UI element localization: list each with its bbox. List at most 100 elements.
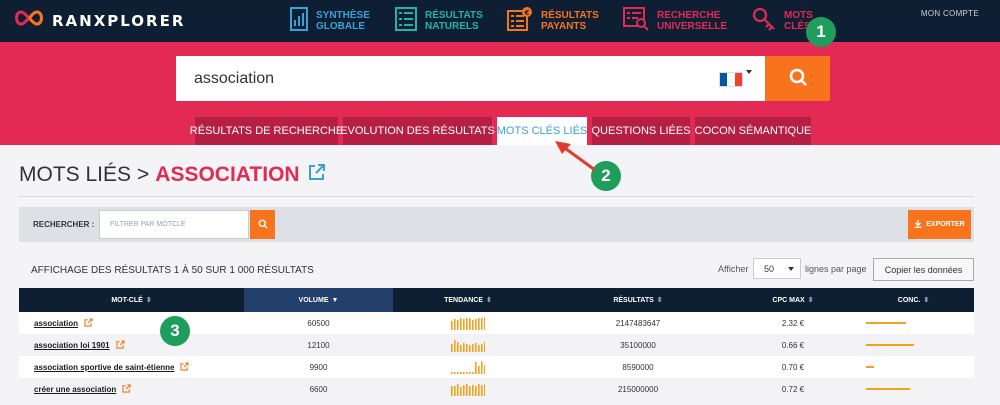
divider: [19, 196, 974, 197]
trend-bar: [472, 320, 474, 330]
export-button[interactable]: EXPORTER: [908, 210, 971, 239]
trend-bar: [481, 318, 483, 330]
nav-synthese-line2: GLOBALE: [316, 21, 365, 32]
tab-questions-liees[interactable]: QUESTIONS LIÉES: [591, 117, 691, 145]
keyword-link[interactable]: association: [34, 319, 78, 328]
rows-per-page-select[interactable]: 50: [753, 258, 801, 279]
cell-cpc: 2.32 €: [781, 318, 805, 328]
search-submit-button[interactable]: [765, 56, 830, 101]
competition-bar: [866, 322, 906, 324]
annotation-arrow: [555, 141, 596, 172]
keyword-search-input[interactable]: [176, 56, 765, 101]
cell-results: 215000000: [617, 384, 659, 394]
table-header: MOT-CLÉ ⬍ VOLUME ▼ TENDANCE ⬍ RÉSULTATS …: [19, 288, 974, 312]
trend-bar: [460, 318, 462, 330]
trend-bar: [457, 372, 459, 374]
trend-bar: [466, 372, 468, 374]
nav-universelle-line1: RECHERCHE: [657, 10, 721, 21]
copy-data-button[interactable]: Copier les données: [873, 258, 974, 281]
col-header-label: RÉSULTATS: [613, 296, 654, 304]
trend-bar: [481, 344, 483, 352]
col-header-cpc[interactable]: CPC MAX ⬍: [733, 288, 853, 312]
trend-bar: [478, 345, 480, 352]
trend-bar: [481, 385, 483, 396]
external-link-icon[interactable]: [115, 339, 125, 351]
trend-bar: [451, 344, 453, 352]
nav-motscles-line1: MOTS: [784, 10, 813, 21]
external-link-icon[interactable]: [180, 361, 190, 373]
external-link-icon[interactable]: [84, 317, 93, 329]
nav-recherche-universelle[interactable]: RECHERCHE UNIVERSELLE: [623, 5, 727, 37]
cell-keyword: association: [19, 312, 244, 334]
logo[interactable]: RANXPLORER: [12, 9, 185, 32]
cell-volume: 9900: [309, 362, 328, 372]
cell-keyword: créer une association: [19, 378, 244, 400]
trend-bar: [463, 319, 465, 330]
tab-cocon-semantique[interactable]: COCON SÉMANTIQUE: [695, 117, 811, 145]
col-header-results[interactable]: RÉSULTATS ⬍: [543, 288, 733, 312]
sort-icon: ⬍: [486, 297, 492, 304]
cell-cpc: 0.66 €: [781, 340, 805, 350]
col-header-competition[interactable]: CONC. ⬍: [853, 288, 974, 312]
trend-bar: [463, 372, 465, 374]
trend-bar: [484, 384, 485, 396]
show-label: Afficher: [718, 264, 749, 274]
trend-bar: [475, 343, 477, 352]
keywords-table: MOT-CLÉ ⬍ VOLUME ▼ TENDANCE ⬍ RÉSULTATS …: [19, 288, 974, 400]
key-icon: [752, 7, 776, 36]
nav-synthese-line1: SYNTHÈSE: [316, 10, 370, 21]
tab-resultats-recherche[interactable]: RÉSULTATS DE RECHERCHE: [190, 117, 343, 145]
per-page-label: lignes par page: [805, 264, 867, 274]
paid-list-icon: €: [507, 6, 533, 36]
cell-trend: [393, 378, 543, 400]
nav-payants-line1: RÉSULTATS: [541, 10, 599, 21]
tab-evolution-resultats[interactable]: EVOLUTION DES RÉSULTATS: [340, 117, 495, 145]
keyword-link[interactable]: association loi 1901: [34, 341, 110, 350]
nav-synthese-globale[interactable]: SYNTHÈSE GLOBALE: [290, 5, 370, 37]
country-flag-selector[interactable]: [719, 72, 743, 87]
nav-payants-line2: PAYANTS: [541, 21, 587, 32]
trend-bar: [463, 385, 465, 396]
table-row: association sportive de saint-étienne 990…: [19, 356, 974, 378]
external-link-icon[interactable]: [307, 162, 327, 188]
cell-keyword: association loi 1901: [19, 334, 244, 356]
list-doc-icon: [395, 6, 417, 36]
filter-search-button[interactable]: [250, 210, 275, 239]
trend-bar: [454, 340, 456, 352]
col-header-keyword[interactable]: MOT-CLÉ ⬍: [19, 288, 244, 312]
competition-bar: [866, 344, 914, 346]
col-header-label: CONC.: [897, 296, 921, 304]
trend-sparkline: [451, 361, 485, 374]
trend-bar: [457, 320, 459, 330]
keyword-filter-input[interactable]: [99, 210, 249, 239]
keyword-link[interactable]: association sportive de saint-étienne: [34, 363, 174, 372]
nav-mots-cles[interactable]: MOTS CLÉS: [752, 5, 813, 37]
external-link-icon[interactable]: [122, 383, 131, 395]
title-keyword: ASSOCIATION: [155, 163, 300, 186]
trend-bar: [466, 344, 468, 352]
trend-bar: [478, 318, 480, 330]
nav-resultats-payants[interactable]: € RÉSULTATS PAYANTS: [507, 5, 599, 37]
competition-bar: [866, 366, 874, 368]
app-root: RANXPLORER SYNTHÈSE GLOBALE RÉSULTATS NA…: [0, 0, 1000, 405]
sort-icon: ⬍: [923, 297, 930, 304]
trend-bar: [478, 366, 480, 374]
nav-resultats-naturels[interactable]: RÉSULTATS NATURELS: [395, 5, 483, 37]
results-count: AFFICHAGE DES RÉSULTATS 1 À 50 SUR 1 000…: [31, 265, 314, 276]
col-header-label: MOT-CLÉ: [111, 296, 143, 304]
trend-sparkline: [451, 317, 485, 330]
trend-bar: [454, 372, 456, 374]
search-icon: [788, 67, 808, 90]
trend-bar: [472, 372, 474, 374]
page-title: MOTS LIÉS > ASSOCIATION: [19, 162, 327, 188]
nav-naturels-line2: NATURELS: [425, 21, 479, 32]
trend-bar: [460, 372, 462, 374]
col-header-volume[interactable]: VOLUME ▼: [244, 288, 393, 312]
cell-volume: 12100: [307, 340, 330, 350]
trend-bar: [457, 342, 459, 352]
trend-bar: [454, 319, 456, 330]
trend-bar: [484, 317, 485, 330]
keyword-link[interactable]: créer une association: [34, 385, 116, 394]
account-menu[interactable]: MON COMPTE: [921, 9, 979, 18]
col-header-trend[interactable]: TENDANCE ⬍: [393, 288, 543, 312]
